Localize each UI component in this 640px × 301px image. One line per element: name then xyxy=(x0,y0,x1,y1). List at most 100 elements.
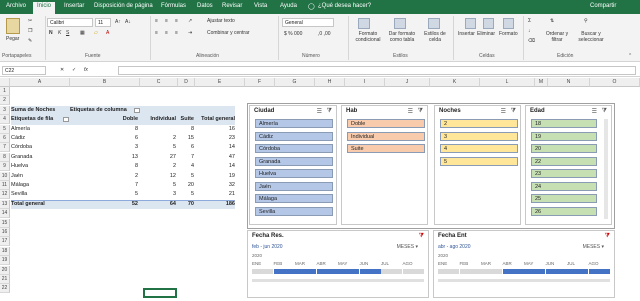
column-header-e[interactable]: E xyxy=(195,78,245,87)
tab-revisar[interactable]: Revisar xyxy=(222,3,242,9)
clear-icon[interactable]: ⌫ xyxy=(528,38,535,44)
tell-me-search[interactable]: ¿Qué desea hacer? xyxy=(318,3,371,9)
find-select-button[interactable]: Buscar y seleccionar xyxy=(572,31,610,43)
timeline-month-bar[interactable] xyxy=(359,269,381,274)
delete-cells-icon[interactable] xyxy=(483,18,494,29)
decimal-icon[interactable]: ,0 ,00 xyxy=(318,31,331,37)
tab-ayuda[interactable]: Ayuda xyxy=(280,3,297,9)
slicer-item[interactable]: 20 xyxy=(531,144,597,153)
row-header-10[interactable]: 10 xyxy=(0,171,10,181)
borders-icon[interactable]: ▦ xyxy=(80,30,85,36)
row-header-4[interactable]: 4 xyxy=(0,115,10,125)
column-header-c[interactable]: C xyxy=(140,78,178,87)
row-header-2[interactable]: 2 xyxy=(0,96,10,106)
clear-filter-icon[interactable]: ⧩ xyxy=(418,108,423,115)
align-bottom-icon[interactable]: ≡ xyxy=(175,18,178,24)
column-header-a[interactable]: A xyxy=(10,78,70,87)
multiselect-icon[interactable]: ☰ xyxy=(317,108,322,115)
copy-icon[interactable]: ❐ xyxy=(28,28,32,34)
row-header-21[interactable]: 21 xyxy=(0,275,10,284)
align-top-icon[interactable]: ≡ xyxy=(155,18,158,24)
row-header-16[interactable]: 16 xyxy=(0,228,10,237)
indent-icon[interactable]: ⇥ xyxy=(188,30,192,36)
timeline-scrollbar[interactable] xyxy=(438,279,610,282)
name-box[interactable]: C22 xyxy=(2,66,46,75)
column-header-d[interactable]: D xyxy=(178,78,195,87)
font-name-select[interactable]: Calibri xyxy=(47,18,93,27)
multiselect-icon[interactable]: ☰ xyxy=(592,108,597,115)
font-size-select[interactable]: 11 xyxy=(95,18,111,27)
slicer-item[interactable]: 3 xyxy=(440,131,518,141)
slicer-item[interactable]: 25 xyxy=(531,194,597,203)
row-header-14[interactable]: 14 xyxy=(0,209,10,219)
align-right-icon[interactable]: ≡ xyxy=(175,30,178,36)
confirm-icon[interactable]: ✓ xyxy=(72,67,76,73)
slicer-item[interactable]: 18 xyxy=(531,119,597,128)
slicer-item[interactable]: 2 xyxy=(440,119,518,128)
grow-font-icon[interactable]: A↑ xyxy=(115,19,121,25)
timeline-month-bar[interactable] xyxy=(438,269,459,274)
row-header-6[interactable]: 6 xyxy=(0,134,10,143)
fill-color-icon[interactable]: ▱ xyxy=(94,30,98,36)
timeline-month-bar[interactable] xyxy=(295,269,316,274)
row-header-3[interactable]: 3 xyxy=(0,105,10,115)
align-center-icon[interactable]: ≡ xyxy=(165,30,168,36)
paste-button[interactable]: Pegar xyxy=(6,36,19,42)
insert-cells-button[interactable]: Insertar xyxy=(458,31,475,37)
tab-vista[interactable]: Vista xyxy=(254,3,267,9)
slicer-item[interactable]: Suite xyxy=(347,144,425,153)
column-header-n[interactable]: N xyxy=(548,78,590,87)
merge-center-button[interactable]: Combinar y centrar xyxy=(207,30,250,36)
column-header-l[interactable]: L xyxy=(480,78,535,87)
column-header-h[interactable]: H xyxy=(315,78,345,87)
number-format-select[interactable]: General xyxy=(282,18,334,27)
tab-insertar[interactable]: Insertar xyxy=(64,3,84,9)
slicer-item[interactable]: Málaga xyxy=(255,194,333,203)
wrap-text-button[interactable]: Ajustar texto xyxy=(207,18,235,24)
italic-button[interactable]: K xyxy=(58,30,61,36)
slicer-item[interactable]: 22 xyxy=(531,156,597,166)
column-header-j[interactable]: J xyxy=(385,78,430,87)
sort-filter-button[interactable]: Ordenar y filtrar xyxy=(543,31,571,43)
timeline-month-bar[interactable] xyxy=(402,269,424,274)
column-filter-dropdown-icon[interactable] xyxy=(134,107,140,113)
clear-filter-icon[interactable]: ⧩ xyxy=(605,233,610,240)
timeline-month-bar[interactable] xyxy=(524,269,545,274)
paste-icon[interactable] xyxy=(6,18,20,34)
orientation-icon[interactable]: ↗ xyxy=(188,18,192,24)
timeline-month-bar[interactable] xyxy=(567,269,588,274)
slicer-item[interactable]: Doble xyxy=(347,119,425,128)
insert-cells-icon[interactable] xyxy=(465,18,476,29)
cut-icon[interactable]: ✂ xyxy=(28,18,32,24)
active-cell[interactable] xyxy=(143,288,177,298)
clear-filter-icon[interactable]: ⧩ xyxy=(327,108,332,115)
format-cells-button[interactable]: Formato xyxy=(499,31,518,37)
row-header-19[interactable]: 19 xyxy=(0,256,10,266)
currency-icon[interactable]: $ % 000 xyxy=(284,31,302,37)
format-table-button[interactable]: Dar formato como tabla xyxy=(386,31,418,43)
row-header-20[interactable]: 20 xyxy=(0,265,10,275)
slicer-item[interactable]: 5 xyxy=(440,156,518,166)
share-button[interactable]: Compartir xyxy=(590,3,616,9)
timeline-month-bar[interactable] xyxy=(459,269,481,274)
slicer-item[interactable]: 19 xyxy=(531,131,597,141)
timeline-month-bar[interactable] xyxy=(273,269,295,274)
column-header-i[interactable]: I xyxy=(345,78,385,87)
collapse-ribbon-icon[interactable]: ⌃ xyxy=(628,53,632,59)
conditional-format-icon[interactable] xyxy=(358,18,370,29)
row-header-1[interactable]: 1 xyxy=(0,87,10,96)
row-header-12[interactable]: 12 xyxy=(0,190,10,200)
row-header-18[interactable]: 18 xyxy=(0,246,10,256)
slicer-item[interactable]: Individual xyxy=(347,131,425,141)
slicer-item[interactable]: Granada xyxy=(255,156,333,166)
timeline-month-bar[interactable] xyxy=(316,269,338,274)
tab-archivo[interactable]: Archivo xyxy=(6,3,26,9)
timeline-month-bar[interactable] xyxy=(252,269,273,274)
format-painter-icon[interactable]: ✎ xyxy=(28,38,32,44)
timeline-level-select[interactable]: MESES ▾ xyxy=(397,244,418,250)
slicer-item[interactable]: 26 xyxy=(531,206,597,216)
multiselect-icon[interactable]: ☰ xyxy=(501,108,506,115)
row-header-13[interactable]: 13 xyxy=(0,199,10,209)
clear-filter-icon[interactable]: ⧩ xyxy=(511,108,516,115)
format-cells-icon[interactable] xyxy=(503,18,514,29)
